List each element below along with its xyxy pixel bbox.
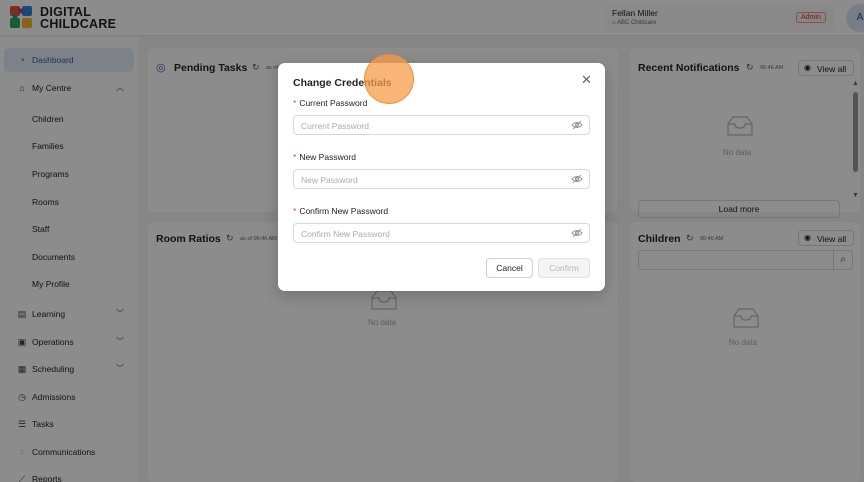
current-password-label: * Current Password [293,98,367,108]
new-password-field[interactable] [293,169,590,189]
confirm-password-input[interactable] [301,227,561,240]
eye-off-icon[interactable] [571,119,583,131]
required-asterisk: * [293,152,297,162]
cancel-button[interactable]: Cancel [486,258,533,278]
confirm-password-field[interactable] [293,223,590,243]
eye-off-icon[interactable] [571,173,583,185]
change-credentials-modal: Change Credentials ✕ * Current Password *… [278,63,605,291]
close-icon[interactable]: ✕ [581,72,592,88]
new-password-label: * New Password [293,152,356,162]
label-text: New Password [299,152,356,162]
required-asterisk: * [293,206,297,216]
new-password-input[interactable] [301,173,561,186]
current-password-field[interactable] [293,115,590,135]
required-asterisk: * [293,98,297,108]
label-text: Current Password [299,98,368,108]
current-password-input[interactable] [301,119,561,132]
eye-off-icon[interactable] [571,227,583,239]
confirm-button[interactable]: Confirm [538,258,590,278]
label-text: Confirm New Password [299,206,389,216]
confirm-password-label: * Confirm New Password [293,206,388,216]
click-indicator [364,54,414,104]
